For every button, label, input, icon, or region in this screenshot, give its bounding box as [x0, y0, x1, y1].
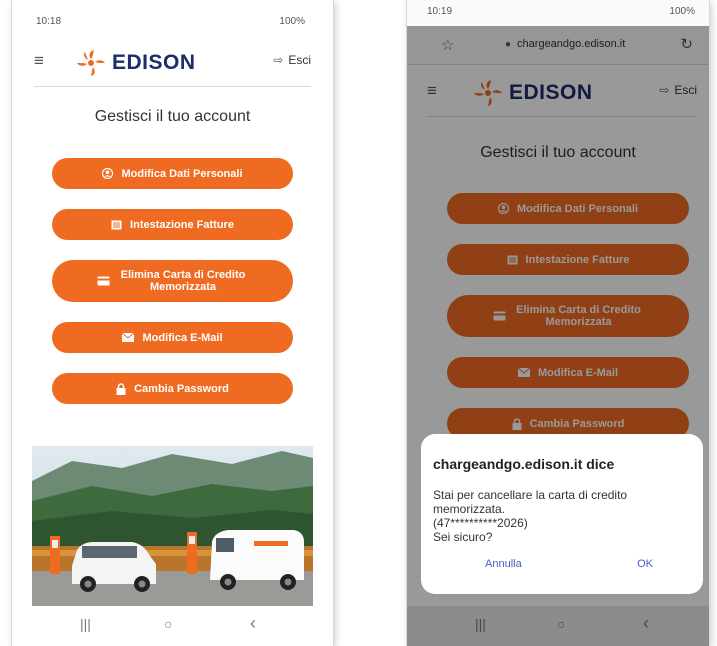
phone-left: 10:18 100% ≡ EDISON ⇨ Esci Gestisci il t…	[12, 0, 333, 646]
dialog-title: chargeandgo.edison.it dice	[433, 456, 615, 472]
status-battery: 100%	[279, 16, 305, 27]
phone-right: 10:19 100% ☆ ● chargeandgo.edison.it ↻ ≡ …	[407, 0, 709, 646]
status-battery: 100%	[669, 6, 695, 17]
ev-charging-photo	[32, 446, 313, 606]
change-password-button[interactable]: Cambia Password	[52, 373, 293, 404]
hamburger-icon[interactable]: ≡	[34, 52, 44, 69]
status-bar: 10:19 100%	[407, 0, 709, 26]
home-button[interactable]: ○	[164, 616, 172, 632]
status-time: 10:18	[36, 16, 62, 27]
status-bar: 10:18 100%	[12, 0, 333, 34]
invoice-icon	[111, 220, 122, 230]
sign-out-icon: ⇨	[273, 53, 284, 67]
confirm-dialog: chargeandgo.edison.it dice Stai per canc…	[421, 434, 703, 594]
envelope-icon	[122, 333, 135, 342]
recent-apps-button[interactable]: |||	[80, 616, 91, 632]
button-label: Elimina Carta di Credito Memorizzata	[120, 269, 246, 293]
invoice-header-button[interactable]: Intestazione Fatture	[52, 209, 293, 240]
button-label: Modifica E-Mail	[142, 331, 223, 344]
delete-credit-card-button[interactable]: Elimina Carta di Credito Memorizzata	[52, 260, 293, 302]
credit-card-icon	[97, 276, 110, 286]
user-icon	[102, 168, 114, 179]
edison-logo[interactable]: EDISON	[74, 47, 196, 79]
button-label: Cambia Password	[134, 382, 229, 395]
app-header: ≡ EDISON ⇨ Esci	[34, 34, 311, 87]
status-time: 10:19	[427, 6, 453, 17]
android-nav-bar: ||| ○ ‹	[12, 606, 333, 646]
photo-illustration	[32, 446, 313, 606]
edit-email-button[interactable]: Modifica E-Mail	[52, 322, 293, 353]
logout-label: Esci	[288, 53, 311, 67]
ok-button[interactable]: OK	[637, 558, 653, 570]
edison-logo-mark-icon	[77, 50, 105, 76]
button-label: Intestazione Fatture	[130, 218, 234, 231]
cancel-button[interactable]: Annulla	[485, 558, 522, 570]
dialog-message: Stai per cancellare la carta di credito …	[433, 488, 628, 544]
lock-icon	[116, 382, 126, 395]
edit-personal-data-button[interactable]: Modifica Dati Personali	[52, 158, 293, 189]
logout-button[interactable]: ⇨ Esci	[273, 53, 311, 67]
brand-name: EDISON	[112, 51, 196, 74]
back-button[interactable]: ‹	[250, 613, 256, 634]
page-title: Gestisci il tuo account	[94, 108, 251, 125]
button-label: Modifica Dati Personali	[121, 167, 243, 180]
